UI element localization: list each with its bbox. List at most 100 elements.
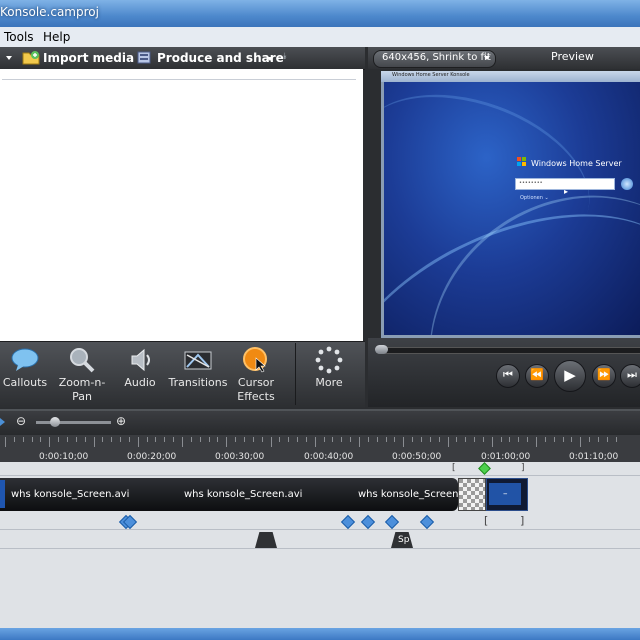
ruler-tick: [173, 437, 175, 442]
timeline-play-indicator-icon[interactable]: [0, 418, 5, 426]
login-arrow-icon: [621, 178, 633, 190]
clip-bin[interactable]: [0, 69, 363, 341]
clip-label: whs konsole_Screen.avi: [11, 489, 130, 500]
play-button[interactable]: ▶: [554, 360, 586, 392]
ruler-tick: [597, 437, 599, 442]
ruler-tick: [93, 437, 95, 447]
speech-bubble-icon: [11, 348, 39, 371]
clip-bin-divider: [2, 79, 356, 80]
ruler-tick: [22, 437, 24, 442]
ruler-tick: [606, 437, 608, 442]
cursor-effects-icon: [243, 347, 267, 373]
ruler-tick: [412, 437, 414, 442]
ruler-tick: [270, 437, 272, 447]
ruler-tick: [544, 437, 546, 442]
ruler-label: 0:00:40;00: [304, 452, 354, 462]
ruler-tick: [146, 437, 148, 442]
fast-forward-icon: ⏩: [597, 368, 611, 381]
chevron-down-icon: [484, 56, 490, 60]
track-divider: [0, 529, 640, 530]
track-divider: [0, 548, 640, 549]
ruler-tick: [164, 437, 166, 442]
zoom-in-icon[interactable]: ⊕: [116, 414, 126, 428]
preview-scrub-handle[interactable]: [375, 345, 388, 354]
rewind-button[interactable]: ⏪: [525, 364, 549, 388]
ruler-tick: [536, 437, 537, 447]
ruler-tick: [243, 437, 245, 442]
ruler-tick: [341, 437, 343, 442]
task-callouts[interactable]: Callouts: [0, 342, 50, 408]
ruler-tick: [580, 437, 582, 447]
rewind-icon: ⏪: [530, 368, 544, 381]
ruler-tick: [102, 437, 104, 442]
ruler-tick: [509, 437, 511, 442]
ruler-tick: [75, 437, 77, 442]
window-title: Konsole.camproj: [0, 5, 99, 19]
task-audio-label: Audio: [124, 376, 156, 389]
preview-canvas[interactable]: Windows Home Server •••••••• Optionen ⌄ …: [384, 82, 640, 335]
menu-help[interactable]: Help: [43, 30, 70, 44]
track-divider: [0, 475, 640, 476]
produce-icon: [137, 51, 151, 64]
transitions-icon: [184, 351, 212, 370]
ruler-tick: [553, 437, 555, 442]
ruler-tick: [137, 437, 139, 447]
timeline-zoom-handle[interactable]: [50, 417, 60, 427]
ruler-tick: [314, 437, 316, 447]
login-options: Optionen ⌄: [520, 195, 549, 201]
menu-tools[interactable]: Tools: [4, 30, 34, 44]
fast-forward-button[interactable]: ⏩: [592, 364, 616, 388]
end-clip-thumbnail: –: [489, 483, 521, 505]
import-media-label: Import media: [43, 51, 135, 65]
ruler-tick: [562, 437, 564, 442]
ruler-tick: [208, 437, 210, 442]
skip-forward-icon: ⏭: [627, 368, 637, 381]
task-more[interactable]: More: [300, 342, 358, 408]
ruler-tick: [13, 437, 15, 442]
status-bar: [0, 628, 640, 640]
ruler-tick: [297, 437, 299, 442]
ruler-tick: [49, 437, 51, 447]
mouse-cursor-icon: ▸: [564, 187, 569, 196]
ruler-tick: [111, 437, 113, 442]
magnifier-icon: [70, 348, 95, 373]
ruler-tick: [482, 437, 484, 442]
record-dropdown-arrow[interactable]: [6, 56, 12, 60]
ruler-tick: [474, 437, 476, 442]
product-name: Windows Home Server: [531, 159, 622, 168]
toolbar-overflow-icon[interactable]: ⯯: [282, 52, 287, 62]
selection-bracket: ]: [520, 514, 525, 527]
ruler-tick: [182, 437, 183, 447]
clip-thumbnail: [0, 480, 5, 508]
ruler-tick: [235, 437, 237, 442]
next-clip-button[interactable]: ⏭: [620, 364, 640, 388]
ruler-tick: [66, 437, 68, 442]
preview-size-select[interactable]: 640x456, Shrink to fit: [373, 50, 496, 68]
task-transitions[interactable]: Transitions: [167, 342, 229, 408]
task-cursor-effects[interactable]: Cursor Effects: [230, 342, 282, 408]
preview-window-bar: Windows Home Server Konsole: [381, 71, 640, 82]
preview-scrub-bar[interactable]: [378, 347, 640, 354]
zoom-out-icon[interactable]: ⊖: [16, 414, 26, 428]
ruler-tick: [500, 437, 502, 442]
task-zoom-n-pan[interactable]: Zoom-n- Pan: [56, 342, 108, 408]
ruler-tick: [40, 437, 42, 442]
ruler-tick: [5, 437, 6, 447]
ruler-tick: [465, 437, 467, 442]
previous-clip-button[interactable]: ⏮: [496, 364, 520, 388]
end-clip[interactable]: –: [486, 478, 528, 511]
ruler-tick: [589, 437, 591, 442]
clip-label: whs konsole_Screen.avi: [184, 489, 303, 500]
callout-marker-label: Sp: [398, 535, 410, 545]
ruler-tick: [199, 437, 201, 442]
timeline-zoom-slider[interactable]: [36, 421, 111, 424]
ruler-tick: [58, 437, 60, 442]
ruler-tick: [226, 437, 228, 447]
speaker-icon: [131, 348, 150, 372]
ruler-tick: [190, 437, 192, 442]
task-audio[interactable]: Audio: [118, 342, 162, 408]
ruler-tick: [571, 437, 573, 442]
ruler-tick: [438, 437, 440, 442]
transition-thumbnail[interactable]: [458, 478, 486, 511]
ruler-label: 0:00:50;00: [392, 452, 442, 462]
